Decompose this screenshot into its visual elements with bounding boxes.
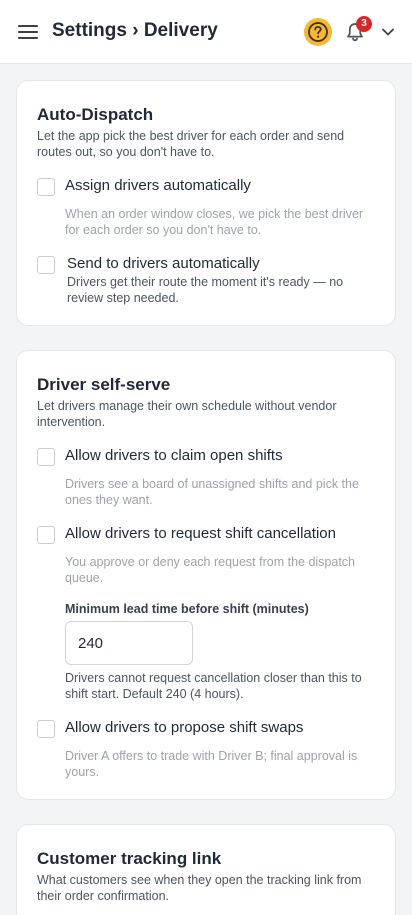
- send-to-drivers-checkbox[interactable]: [37, 256, 55, 274]
- request-cancellation-help: You approve or deny each request from th…: [65, 555, 356, 585]
- shift-swaps-label[interactable]: Allow drivers to propose shift swaps: [65, 719, 303, 736]
- chevron-down-icon[interactable]: [380, 25, 396, 39]
- page-title: Settings › Delivery: [52, 20, 218, 41]
- lead-time-label: Minimum lead time before shift (minutes): [65, 602, 309, 616]
- top-bar: Settings › Delivery 3: [0, 0, 412, 64]
- assign-drivers-label[interactable]: Assign drivers automatically: [65, 177, 251, 194]
- customer-tracking-card: Customer tracking link What customers se…: [16, 824, 396, 915]
- send-to-drivers-label[interactable]: Send to drivers automatically: [67, 255, 260, 272]
- notification-badge: 3: [356, 16, 372, 32]
- card-title: Customer tracking link: [37, 849, 222, 868]
- shift-swaps-checkbox[interactable]: [37, 720, 55, 738]
- card-title: Auto-Dispatch: [37, 105, 154, 124]
- menu-icon[interactable]: [18, 24, 38, 40]
- card-description: Let the app pick the best driver for eac…: [37, 129, 345, 159]
- assign-drivers-checkbox[interactable]: [37, 178, 55, 196]
- auto-dispatch-card: Auto-Dispatch Let the app pick the best …: [16, 80, 396, 326]
- card-description: What customers see when they open the tr…: [37, 873, 362, 903]
- lead-time-help: Drivers cannot request cancellation clos…: [65, 671, 362, 701]
- question-circle-icon[interactable]: [304, 18, 332, 46]
- claim-open-shifts-label[interactable]: Allow drivers to claim open shifts: [65, 447, 283, 464]
- assign-drivers-help: When an order window closes, we pick the…: [65, 207, 364, 237]
- request-cancellation-checkbox[interactable]: [37, 526, 55, 544]
- claim-open-shifts-help: Drivers see a board of unassigned shifts…: [65, 477, 359, 507]
- driver-self-serve-card: Driver self-serve Let drivers manage the…: [16, 350, 396, 800]
- shift-swaps-help: Driver A offers to trade with Driver B; …: [65, 749, 358, 779]
- card-title: Driver self-serve: [37, 375, 171, 394]
- claim-open-shifts-checkbox[interactable]: [37, 448, 55, 466]
- lead-time-input[interactable]: [65, 621, 193, 665]
- send-to-drivers-help: Drivers get their route the moment it's …: [67, 275, 344, 305]
- card-description: Let drivers manage their own schedule wi…: [37, 399, 337, 429]
- request-cancellation-label[interactable]: Allow drivers to request shift cancellat…: [65, 525, 336, 542]
